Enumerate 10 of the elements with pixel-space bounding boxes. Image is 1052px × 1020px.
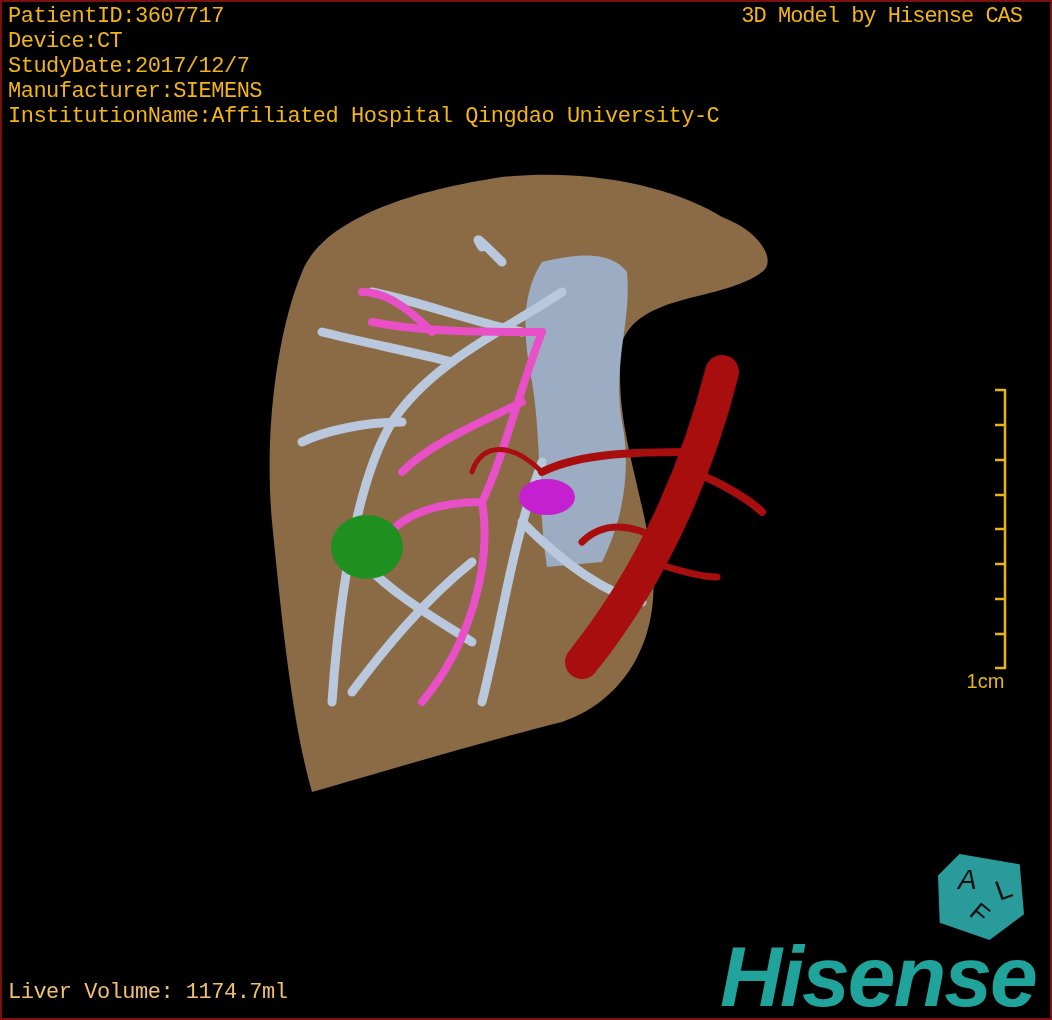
patient-info-line: StudyDate:2017/12/7: [8, 54, 251, 79]
liver-volume-label: Liver Volume: 1174.7ml: [8, 980, 288, 1005]
cube-face-label: A: [958, 866, 977, 894]
orientation-cube[interactable]: A L F: [938, 854, 1024, 940]
patient-info-line: PatientID:3607717: [8, 4, 225, 29]
model-credit: 3D Model by Hisense CAS: [741, 4, 1022, 29]
scale-label: 1cm: [966, 670, 1005, 692]
patient-info-line: Device:CT: [8, 29, 124, 54]
patient-info-line: InstitutionName:Affiliated Hospital Qingdao University-C: [8, 104, 720, 129]
patient-info-line: Manufacturer:SIEMENS: [8, 79, 264, 104]
